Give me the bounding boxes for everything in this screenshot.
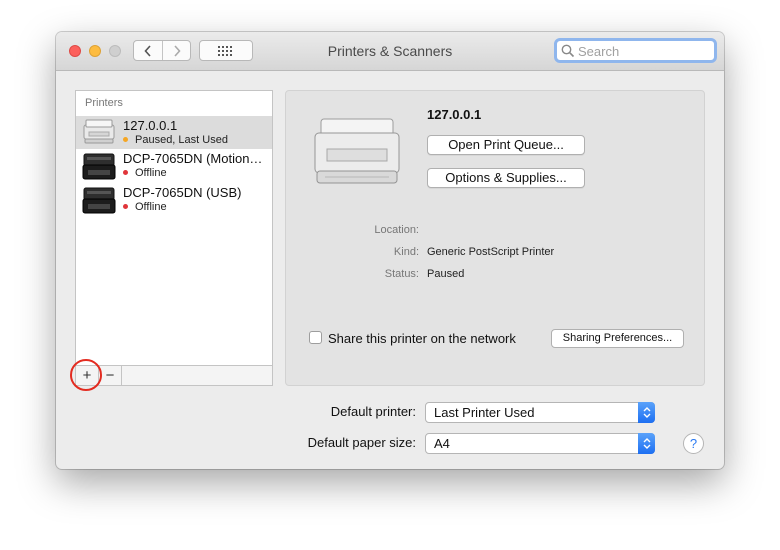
printer-name: 127.0.0.1	[123, 118, 178, 133]
kind-value: Generic PostScript Printer	[427, 246, 555, 258]
status-dot-offline	[123, 170, 128, 175]
close-button[interactable]	[69, 45, 81, 57]
default-printer-label: Default printer:	[330, 404, 416, 419]
printer-status: Offline	[123, 201, 167, 213]
brother-printer-icon	[82, 153, 116, 180]
printer-name: DCP-7065DN (Motion…	[123, 151, 263, 166]
brother-printer-icon	[82, 187, 116, 214]
navigation-buttons	[133, 40, 191, 61]
printer-status: Offline	[123, 167, 167, 179]
printer-status-text: Paused, Last Used	[135, 134, 228, 146]
status-dot-offline	[123, 204, 128, 209]
share-printer-checkbox[interactable]	[309, 331, 322, 344]
default-paper-size-label: Default paper size:	[307, 435, 416, 450]
zoom-button[interactable]	[109, 45, 121, 57]
status-value: Paused	[427, 268, 465, 280]
printer-list-header: Printers	[85, 97, 123, 109]
printer-row-dcp-7065dn-motion[interactable]: DCP-7065DN (Motion… Offline	[76, 149, 272, 182]
default-printer-value: Last Printer Used	[434, 405, 535, 420]
printer-name: DCP-7065DN (USB)	[123, 185, 242, 200]
magnifier-icon	[561, 44, 575, 58]
search-input[interactable]	[578, 42, 712, 60]
popup-arrows-icon	[638, 433, 655, 454]
printer-row-dcp-7065dn-usb[interactable]: DCP-7065DN (USB) Offline	[76, 183, 272, 216]
minimize-button[interactable]	[89, 45, 101, 57]
chevron-left-icon	[144, 44, 151, 57]
forward-button[interactable]	[163, 41, 191, 60]
printers-scanners-window: Printers & Scanners Printers 127.0.0.1 P…	[56, 32, 724, 469]
printer-status: Paused, Last Used	[123, 134, 228, 146]
popup-arrows-icon	[638, 402, 655, 423]
help-button[interactable]: ?	[683, 433, 704, 454]
add-button-highlight-circle	[70, 359, 102, 391]
location-label: Location:	[374, 224, 419, 236]
large-printer-icon	[314, 118, 400, 184]
list-controls: + −	[75, 365, 273, 386]
printer-detail-panel: 127.0.0.1 Open Print Queue... Options & …	[285, 90, 705, 386]
back-button[interactable]	[134, 41, 163, 60]
show-all-grid-icon	[218, 45, 232, 56]
show-all-button[interactable]	[199, 40, 253, 61]
status-dot-paused	[123, 137, 128, 142]
search-field[interactable]	[554, 38, 717, 63]
printer-status-text: Offline	[135, 167, 167, 179]
status-label: Status:	[384, 268, 419, 280]
generic-printer-icon	[83, 119, 115, 144]
options-supplies-button[interactable]: Options & Supplies...	[427, 168, 585, 188]
title-bar: Printers & Scanners	[56, 32, 724, 71]
default-printer-popup[interactable]: Last Printer Used	[425, 402, 655, 423]
printer-row-127-0-0-1[interactable]: 127.0.0.1 Paused, Last Used	[76, 116, 272, 149]
share-printer-label[interactable]: Share this printer on the network	[328, 331, 516, 346]
open-print-queue-button[interactable]: Open Print Queue...	[427, 135, 585, 155]
kind-label: Kind:	[393, 246, 419, 258]
selected-printer-name: 127.0.0.1	[427, 107, 482, 122]
window-title: Printers & Scanners	[327, 43, 453, 59]
printer-list: Printers 127.0.0.1 Paused, Last Used DCP…	[75, 90, 273, 386]
chevron-right-icon	[174, 44, 181, 57]
default-paper-size-popup[interactable]: A4	[425, 433, 655, 454]
remove-printer-button[interactable]: −	[99, 366, 122, 385]
default-paper-size-value: A4	[434, 436, 450, 451]
printer-status-text: Offline	[135, 201, 167, 213]
sharing-preferences-button[interactable]: Sharing Preferences...	[551, 329, 684, 348]
